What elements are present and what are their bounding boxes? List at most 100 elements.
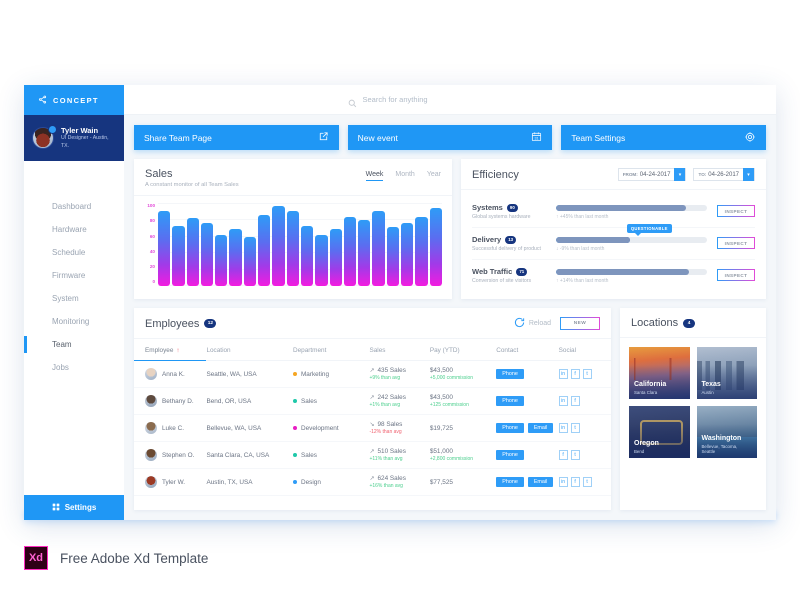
location-card-texas[interactable]: Texas Austin (696, 347, 757, 399)
inspect-button[interactable]: INSPECT (717, 237, 755, 249)
date-to-select[interactable]: TO: 04-26-2017 ▾ (693, 168, 755, 181)
contact-phone-button[interactable]: Phone (496, 477, 524, 487)
sort-ascending-icon: ↑ (176, 347, 180, 354)
table-row[interactable]: Bethany D. Bend, OR, USA Sales ↗ 242 Sales +1… (134, 387, 611, 415)
column-header-label: Location (206, 347, 231, 354)
date-from-select[interactable]: FROM: 04-24-2017 ▾ (617, 168, 687, 181)
column-header-contact[interactable]: Contact (496, 339, 559, 361)
contact-phone-button[interactable]: Phone (496, 450, 524, 460)
cell-pay: $19,725 (429, 414, 497, 442)
social-twitter-icon[interactable]: t (582, 477, 592, 487)
chevron-down-icon[interactable]: ▾ (674, 168, 686, 181)
tab-month[interactable]: Month (395, 171, 414, 181)
avatar (145, 422, 157, 434)
progress-ghost (556, 237, 630, 243)
locations-title: Locations (631, 317, 679, 329)
chart-bar (243, 236, 257, 286)
social-linkedin-icon[interactable]: in (558, 369, 568, 379)
action-button-share-team-page[interactable]: Share Team Page (134, 125, 339, 150)
pay-commission: +125 commission (429, 402, 469, 408)
sidebar-item-monitoring[interactable]: Monitoring (24, 310, 124, 333)
efficiency-rows: Systems 90 Global systems hardware ↑ +45% t… (461, 190, 766, 299)
table-row[interactable]: Anna K. Seattle, WA, USA Marketing ↗ 435 Sal… (134, 360, 611, 388)
column-header-pay-ytd[interactable]: Pay (YTD) (429, 339, 497, 361)
efficiency-desc: Conversion of site visitors (472, 278, 532, 284)
reload-button[interactable]: Reload (514, 317, 551, 330)
social-facebook-icon[interactable]: f (558, 450, 568, 460)
tab-week[interactable]: Week (365, 171, 384, 181)
efficiency-row: Systems 90 Global systems hardware ↑ +45% t… (472, 196, 755, 228)
sidebar-settings-button[interactable]: Settings (24, 495, 124, 520)
column-header-social[interactable]: Social (558, 339, 611, 361)
chart-bar (272, 206, 285, 286)
contact-phone-button[interactable]: Phone (496, 369, 524, 379)
chart-y-axis: 100 80 60 40 20 0 (142, 203, 158, 286)
cell-contact: Phone (496, 387, 559, 415)
efficiency-delta-row: ↓ -9% than last month (556, 246, 707, 252)
date-range-group: FROM: 04-24-2017 ▾ TO: 04-26-2017 ▾ (617, 168, 755, 181)
social-linkedin-icon[interactable]: in (558, 477, 568, 487)
efficiency-name-row: Web Traffic 71 (472, 267, 550, 276)
gear-icon (744, 131, 756, 145)
social-twitter-icon[interactable]: t (582, 369, 592, 379)
location-card-california[interactable]: California Santa Clara (629, 347, 690, 399)
column-header-location[interactable]: Location (206, 339, 293, 361)
social-linkedin-icon[interactable]: in (558, 396, 568, 406)
employees-header-row: Employee ↑ Location Department Sales Pay (YTD… (134, 339, 611, 361)
sidebar-item-schedule[interactable]: Schedule (24, 241, 124, 264)
department-label: Marketing (300, 370, 330, 378)
location-card-oregon[interactable]: Oregon Bend (629, 406, 690, 458)
department-color-dot (292, 453, 297, 457)
sidebar-item-system[interactable]: System (24, 287, 124, 310)
table-row[interactable]: Luke C. Bellevue, WA, USA Development ↘ 98 S… (134, 414, 611, 442)
sales-value: 510 Sales (377, 448, 406, 455)
department-label: Design (300, 478, 321, 486)
sidebar-item-team[interactable]: Team (24, 333, 124, 356)
chart-y-tick: 40 (149, 248, 155, 254)
column-header-sales[interactable]: Sales (369, 339, 430, 361)
contact-email-button[interactable]: Email (527, 477, 554, 487)
location-card-washington[interactable]: Washington Bellevue, Tacoma, Seattle (696, 406, 757, 458)
arrow-down-icon: ↓ (556, 246, 559, 252)
inspect-button[interactable]: INSPECT (717, 269, 755, 281)
chart-bar (172, 225, 185, 286)
social-facebook-icon[interactable]: f (570, 477, 580, 487)
new-employee-button[interactable]: NEW (560, 317, 600, 330)
location-name: Washington (701, 435, 742, 443)
content-area: Share Team PageNew event31Team Settings … (124, 85, 776, 520)
social-linkedin-icon[interactable]: in (558, 423, 568, 433)
efficiency-card-header: Efficiency FROM: 04-24-2017 ▾ TO: 04-26-… (461, 159, 766, 190)
table-row[interactable]: Stephen O. Santa Clara, CA, USA Sales ↗ 510 … (134, 441, 611, 469)
profile-card[interactable]: Tyler Wain UI Designer - Austin, TX. (24, 115, 124, 161)
column-header-label: Pay (YTD) (429, 347, 460, 354)
social-facebook-icon[interactable]: f (570, 396, 580, 406)
action-button-new-event[interactable]: New event 31 (347, 125, 553, 150)
search-input[interactable] (362, 95, 553, 104)
sales-value: 624 Sales (377, 475, 406, 482)
social-twitter-icon[interactable]: t (570, 450, 580, 460)
table-row[interactable]: Tyler W. Austin, TX, USA Design ↗ 624 Sales +… (134, 468, 611, 496)
settings-grid-icon (52, 503, 60, 513)
inspect-button[interactable]: INSPECT (717, 205, 755, 217)
social-twitter-icon[interactable]: t (570, 423, 580, 433)
department-label: Development (300, 424, 339, 432)
sidebar-item-dashboard[interactable]: Dashboard (24, 195, 124, 218)
chart-plot-area (158, 203, 442, 286)
sidebar-item-hardware[interactable]: Hardware (24, 218, 124, 241)
chevron-down-icon[interactable]: ▾ (743, 168, 754, 181)
sales-value: 98 Sales (377, 421, 403, 428)
sidebar-item-firmware[interactable]: Firmware (24, 264, 124, 287)
cell-employee: Bethany D. (134, 387, 207, 415)
social-facebook-icon[interactable]: f (570, 369, 580, 379)
profile-name: Tyler Wain (61, 126, 99, 136)
column-header-department[interactable]: Department (292, 339, 370, 361)
brand-header[interactable]: CONCEPT (24, 85, 124, 115)
contact-email-button[interactable]: Email (527, 423, 554, 433)
sidebar-item-jobs[interactable]: Jobs (24, 356, 124, 379)
contact-phone-button[interactable]: Phone (496, 423, 524, 433)
efficiency-label-group: Systems 90 Global systems hardware (472, 203, 550, 220)
column-header-employee[interactable]: Employee ↑ (134, 339, 207, 361)
tab-year[interactable]: Year (427, 171, 441, 181)
contact-phone-button[interactable]: Phone (496, 396, 524, 406)
action-button-team-settings[interactable]: Team Settings (561, 125, 767, 150)
